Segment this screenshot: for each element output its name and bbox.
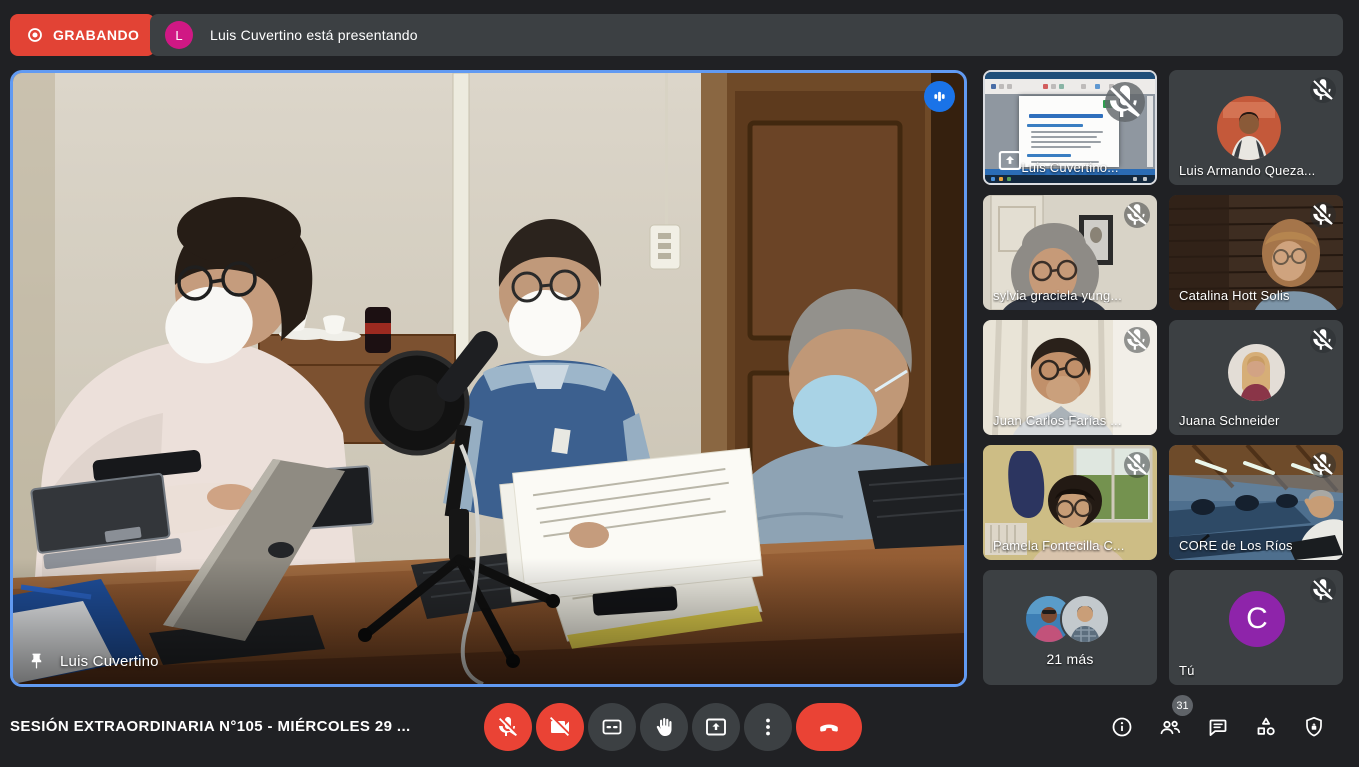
recording-label: GRABANDO	[53, 27, 139, 43]
more-options-icon	[756, 715, 780, 739]
participant-name: Juan Carlos Farías ...	[993, 413, 1122, 428]
chat-button[interactable]	[1205, 714, 1231, 740]
activities-icon	[1254, 715, 1278, 739]
host-controls-button[interactable]	[1301, 714, 1327, 740]
tile-participant[interactable]: Luis Armando Queza...	[1169, 70, 1343, 185]
captions-button[interactable]	[588, 703, 636, 751]
mic-toggle-button[interactable]	[484, 703, 532, 751]
hang-up-button[interactable]	[796, 703, 862, 751]
camera-off-icon	[548, 715, 572, 739]
main-video-feed	[13, 73, 964, 684]
mic-muted-indicator	[1124, 452, 1150, 478]
presenter-avatar-letter: L	[175, 28, 182, 43]
tile-self[interactable]: C Tú	[1169, 570, 1343, 685]
participant-name: CORE de Los Ríos	[1179, 538, 1293, 553]
meeting-details-button[interactable]	[1109, 714, 1135, 740]
mic-muted-indicator	[1310, 452, 1336, 478]
activities-button[interactable]	[1253, 714, 1279, 740]
pinned-participant-name: Luis Cuvertino	[60, 653, 159, 670]
participant-name: Luis Armando Queza...	[1179, 163, 1315, 178]
participant-name: Catalina Hott Solis	[1179, 288, 1290, 303]
mic-off-icon	[1124, 452, 1150, 478]
camera-toggle-button[interactable]	[536, 703, 584, 751]
tile-presentation[interactable]: Luis Cuvertino...	[983, 70, 1157, 185]
info-icon	[1110, 715, 1134, 739]
participant-avatar	[1228, 344, 1285, 401]
mic-muted-indicator	[1310, 77, 1336, 103]
meeting-title: SESIÓN EXTRAORDINARIA N°105 - MIÉRCOLES …	[10, 718, 411, 735]
tile-overflow[interactable]: 21 más	[983, 570, 1157, 685]
mic-off-icon	[1310, 202, 1336, 228]
shield-lock-icon	[1302, 715, 1326, 739]
raise-hand-button[interactable]	[640, 703, 688, 751]
mic-off-icon	[1310, 327, 1336, 353]
mic-muted-indicator	[1310, 202, 1336, 228]
participant-avatar	[1217, 96, 1281, 160]
pinned-participant-label: Luis Cuvertino	[27, 652, 159, 671]
raise-hand-icon	[652, 715, 676, 739]
tile-participant[interactable]: sylvia graciela yung...	[983, 195, 1157, 310]
call-controls	[484, 703, 862, 751]
tile-participant[interactable]: Catalina Hott Solis	[1169, 195, 1343, 310]
mic-muted-indicator	[1124, 327, 1150, 353]
presenting-banner: L Luis Cuvertino está presentando	[150, 14, 1343, 56]
mic-off-icon	[1124, 327, 1150, 353]
mic-muted-indicator	[1310, 577, 1336, 603]
participant-name: sylvia graciela yung...	[993, 288, 1122, 303]
present-screen-icon	[704, 715, 728, 739]
panel-controls	[1109, 703, 1327, 751]
participant-name: Juana Schneider	[1179, 413, 1280, 428]
participant-name: Pamela Fontecilla C...	[993, 538, 1125, 553]
mic-off-icon	[1310, 577, 1336, 603]
main-video-tile[interactable]: Luis Cuvertino	[10, 70, 967, 687]
tile-participant[interactable]: Juana Schneider	[1169, 320, 1343, 435]
call-end-icon	[817, 715, 841, 739]
mic-muted-indicator	[1310, 327, 1336, 353]
present-button[interactable]	[692, 703, 740, 751]
participant-name: Luis Cuvertino...	[985, 160, 1155, 175]
people-icon	[1158, 715, 1182, 739]
audio-level-icon	[930, 87, 949, 106]
recording-badge: GRABANDO	[10, 14, 155, 56]
chat-icon	[1206, 715, 1230, 739]
audio-level-indicator	[924, 81, 955, 112]
closed-captions-icon	[600, 715, 624, 739]
participants-button[interactable]	[1157, 714, 1183, 740]
mic-muted-indicator	[1124, 202, 1150, 228]
self-avatar-letter: C	[1246, 602, 1268, 636]
doc-titlebar	[985, 72, 1155, 79]
more-options-button[interactable]	[744, 703, 792, 751]
presenter-avatar: L	[165, 21, 193, 49]
pin-icon	[27, 652, 46, 671]
self-avatar: C	[1229, 591, 1285, 647]
overflow-count-label: 21 más	[983, 651, 1157, 667]
mic-off-icon	[1124, 202, 1150, 228]
record-icon	[26, 26, 44, 44]
presenting-text: Luis Cuvertino está presentando	[210, 27, 418, 43]
mic-muted-indicator	[1105, 82, 1145, 122]
mic-off-icon	[1310, 452, 1336, 478]
mic-off-icon	[1105, 82, 1145, 122]
mic-off-icon	[1310, 77, 1336, 103]
doc-taskbar	[985, 175, 1155, 183]
self-label: Tú	[1179, 663, 1195, 678]
participant-count-badge: 31	[1172, 695, 1193, 716]
tile-participant[interactable]: Pamela Fontecilla C...	[983, 445, 1157, 560]
tile-participant[interactable]: CORE de Los Ríos	[1169, 445, 1343, 560]
tile-participant[interactable]: Juan Carlos Farías ...	[983, 320, 1157, 435]
overflow-avatar-2	[1060, 594, 1110, 644]
mic-off-icon	[496, 715, 520, 739]
